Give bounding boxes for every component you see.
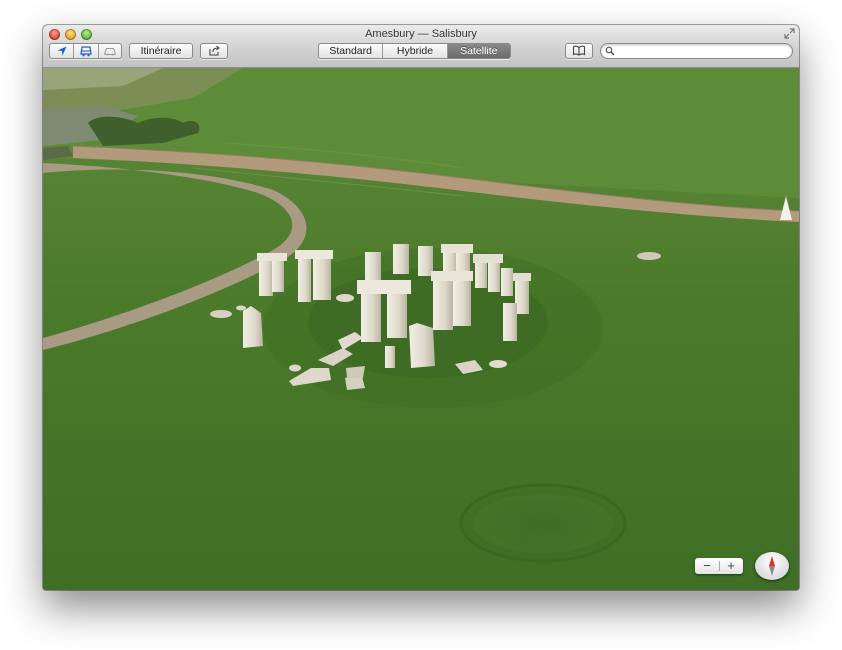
search-icon	[605, 46, 615, 56]
maps-window: Amesbury — Salisbury Itinéraire Standard…	[43, 25, 799, 590]
bookmarks-button[interactable]	[565, 43, 593, 59]
tracking-segmented-control	[49, 43, 122, 59]
location-button[interactable]	[50, 44, 75, 58]
search-input[interactable]	[617, 45, 787, 57]
compass-icon	[769, 556, 775, 576]
compass-button[interactable]	[755, 552, 789, 580]
mode-satellite[interactable]: Satellite	[447, 44, 510, 58]
map-mode-segmented-control: Standard Hybride Satellite	[318, 43, 511, 59]
zoom-control: − +	[695, 558, 743, 574]
traffic-button[interactable]	[99, 44, 121, 58]
mode-standard[interactable]: Standard	[319, 44, 384, 58]
bus-transit-icon	[80, 46, 92, 57]
itinerary-button[interactable]: Itinéraire	[129, 43, 193, 59]
share-button[interactable]	[200, 43, 228, 59]
location-arrow-icon	[57, 46, 67, 56]
car-icon	[104, 47, 116, 56]
search-field[interactable]	[600, 43, 793, 59]
zoom-out-button[interactable]: −	[695, 558, 719, 574]
mode-hybrid[interactable]: Hybride	[383, 44, 448, 58]
zoom-in-button[interactable]: +	[719, 558, 743, 574]
fullscreen-icon[interactable]	[784, 28, 795, 39]
zoom-separator	[719, 561, 720, 571]
transit-button[interactable]	[74, 44, 99, 58]
satellite-map[interactable]	[43, 68, 799, 590]
toolbar: Amesbury — Salisbury Itinéraire Standard…	[43, 25, 799, 68]
window-title: Amesbury — Salisbury	[365, 28, 477, 40]
book-icon	[572, 45, 586, 56]
share-icon	[208, 45, 220, 56]
